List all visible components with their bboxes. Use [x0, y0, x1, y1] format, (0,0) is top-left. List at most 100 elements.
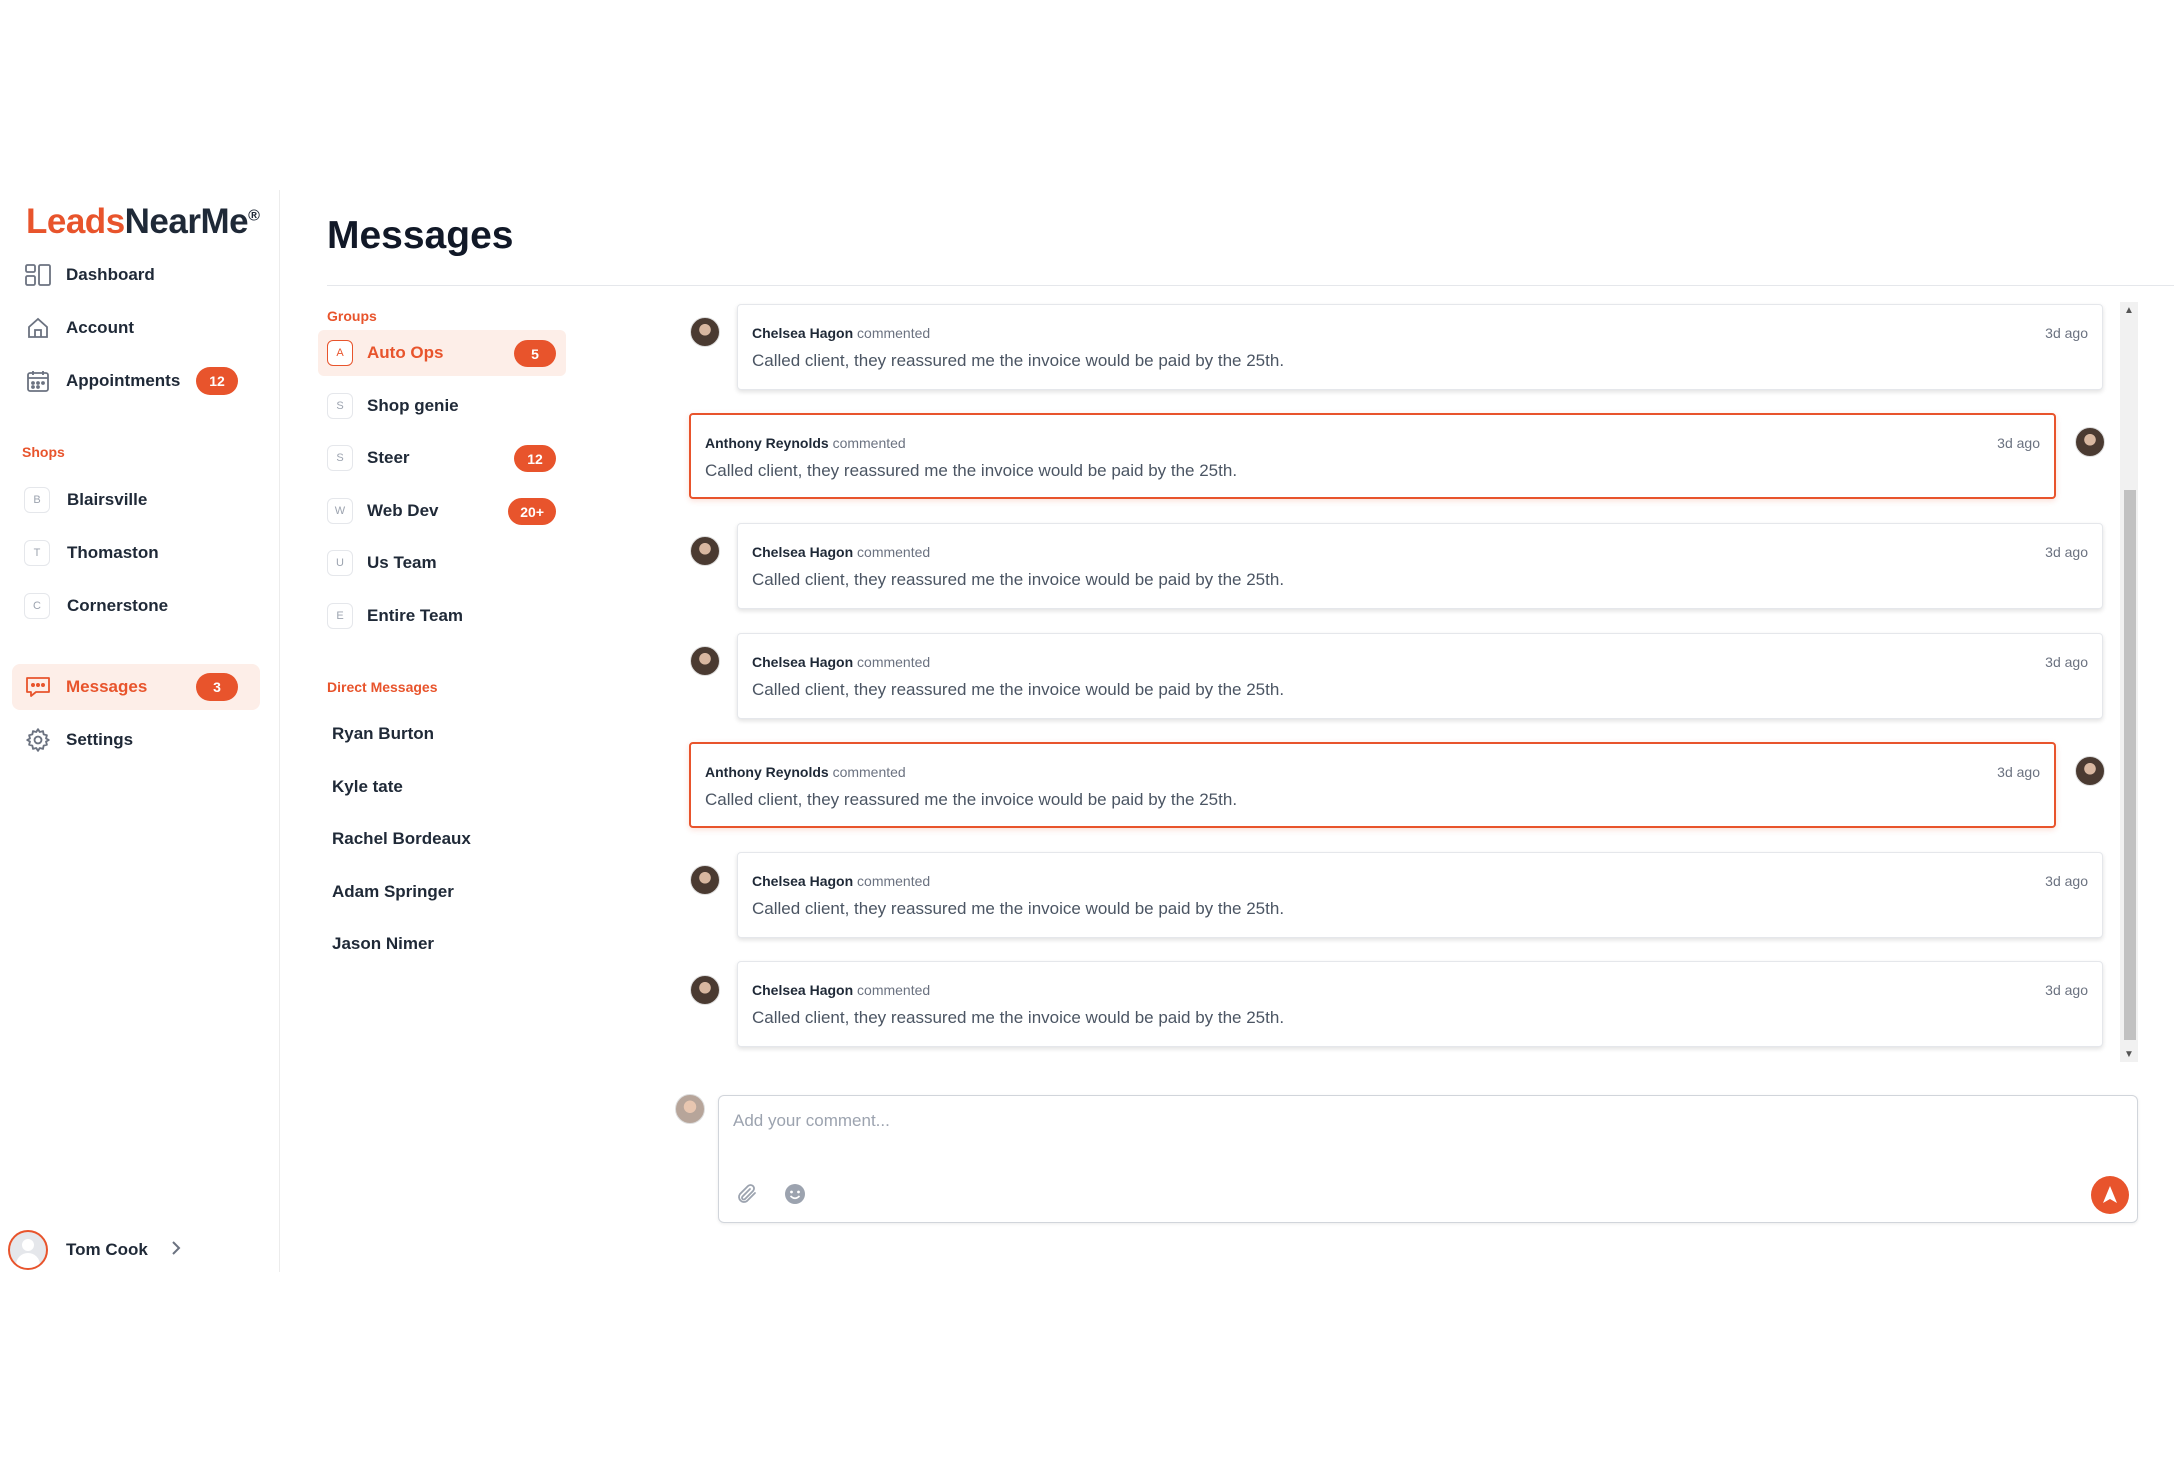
group-initial: S	[327, 393, 353, 419]
dm-item-adam-springer[interactable]: Adam Springer	[332, 882, 454, 902]
nav-dashboard[interactable]: Dashboard	[12, 252, 260, 298]
nav-settings[interactable]: Settings	[12, 717, 260, 763]
brand-part1: Leads	[26, 202, 125, 241]
message-author: Chelsea Hagon	[752, 325, 854, 341]
shop-name: Blairsville	[67, 490, 148, 509]
header-divider	[327, 285, 2174, 286]
message-action: commented	[857, 873, 931, 889]
direct-messages-section-label: Direct Messages	[327, 679, 438, 695]
message-author: Chelsea Hagon	[752, 873, 854, 889]
group-initial: W	[327, 498, 353, 524]
message-text: Called client, they reassured me the inv…	[705, 461, 1238, 480]
message-action: commented	[857, 325, 931, 341]
scroll-down-arrow-icon[interactable]: ▼	[2120, 1046, 2138, 1062]
message-author-avatar	[690, 865, 720, 895]
message-author: Anthony Reynolds	[705, 764, 829, 780]
comment-input[interactable]	[733, 1106, 2113, 1136]
group-initial: S	[327, 445, 353, 471]
message-text: Called client, they reassured me the inv…	[752, 1008, 1285, 1027]
current-user-avatar	[675, 1094, 705, 1124]
message-card: Chelsea Hagon commented 3d ago Called cl…	[737, 961, 2103, 1047]
user-name: Tom Cook	[66, 1240, 148, 1259]
nav-settings-label: Settings	[66, 730, 134, 749]
shop-initial: T	[24, 540, 50, 566]
groups-section-label: Groups	[327, 308, 377, 324]
message-card-self: Anthony Reynolds commented 3d ago Called…	[689, 413, 2056, 499]
message-author-avatar	[690, 536, 720, 566]
group-initial: E	[327, 603, 353, 629]
chevron-right-icon	[170, 1240, 182, 1261]
group-initial: A	[327, 340, 353, 366]
group-unread-badge: 5	[514, 340, 556, 367]
messages-count-badge: 3	[196, 673, 238, 701]
message-card: Chelsea Hagon commented 3d ago Called cl…	[737, 633, 2103, 719]
shop-initial: C	[24, 593, 50, 619]
message-author-avatar	[690, 975, 720, 1005]
nav-messages-label: Messages	[66, 677, 148, 696]
message-card: Chelsea Hagon commented 3d ago Called cl…	[737, 523, 2103, 609]
scroll-up-arrow-icon[interactable]: ▲	[2120, 302, 2138, 318]
group-unread-badge: 12	[514, 445, 556, 472]
message-author-avatar	[690, 317, 720, 347]
shops-section-label: Shops	[22, 444, 65, 460]
message-text: Called client, they reassured me the inv…	[752, 680, 1285, 699]
message-author: Chelsea Hagon	[752, 654, 854, 670]
message-author-avatar	[2075, 427, 2105, 457]
shop-item-thomaston[interactable]: T Thomaston	[12, 530, 260, 576]
group-item-steer[interactable]: S Steer 12	[318, 435, 566, 481]
user-profile-menu[interactable]: Tom Cook	[8, 1228, 182, 1272]
dm-item-rachel-bordeaux[interactable]: Rachel Bordeaux	[332, 829, 471, 849]
calendar-icon	[24, 367, 52, 395]
message-time: 3d ago	[2045, 654, 2088, 670]
group-item-shop-genie[interactable]: S Shop genie	[318, 383, 566, 429]
thread-scrollbar-thumb[interactable]	[2124, 490, 2136, 1040]
message-text: Called client, they reassured me the inv…	[752, 899, 1285, 918]
page-title: Messages	[327, 214, 514, 257]
dm-item-jason-nimer[interactable]: Jason Nimer	[332, 934, 434, 954]
shop-item-blairsville[interactable]: B Blairsville	[12, 477, 260, 523]
shop-name: Thomaston	[67, 543, 159, 562]
message-card: Chelsea Hagon commented 3d ago Called cl…	[737, 304, 2103, 390]
group-item-us-team[interactable]: U Us Team	[318, 540, 566, 586]
group-name: Web Dev	[367, 501, 439, 520]
dm-item-ryan-burton[interactable]: Ryan Burton	[332, 724, 434, 744]
gear-icon	[24, 726, 52, 754]
brand-registered: ®	[248, 207, 260, 225]
paperclip-icon[interactable]	[735, 1182, 759, 1206]
group-name: Us Team	[367, 553, 437, 572]
message-action: commented	[857, 982, 931, 998]
message-time: 3d ago	[1997, 435, 2040, 451]
message-time: 3d ago	[2045, 544, 2088, 560]
nav-messages[interactable]: Messages 3	[12, 664, 260, 710]
group-name: Auto Ops	[367, 343, 444, 362]
message-card-self: Anthony Reynolds commented 3d ago Called…	[689, 742, 2056, 828]
group-initial: U	[327, 550, 353, 576]
message-action: commented	[857, 544, 931, 560]
chat-icon	[24, 673, 52, 701]
comment-composer	[718, 1095, 2138, 1223]
message-time: 3d ago	[1997, 764, 2040, 780]
message-action: commented	[857, 654, 931, 670]
nav-account-label: Account	[66, 318, 134, 337]
group-name: Steer	[367, 448, 410, 467]
message-time: 3d ago	[2045, 325, 2088, 341]
shop-item-cornerstone[interactable]: C Cornerstone	[12, 583, 260, 629]
sidebar: LeadsNearMe® Dashboard Account Appointme…	[0, 190, 280, 1272]
message-author-avatar	[2075, 756, 2105, 786]
nav-account[interactable]: Account	[12, 305, 260, 351]
group-unread-badge: 20+	[508, 498, 556, 525]
group-name: Shop genie	[367, 396, 459, 415]
home-icon	[24, 314, 52, 342]
message-time: 3d ago	[2045, 873, 2088, 889]
nav-appointments[interactable]: Appointments 12	[12, 358, 260, 404]
message-author: Chelsea Hagon	[752, 544, 854, 560]
group-item-entire-team[interactable]: E Entire Team	[318, 593, 566, 639]
dashboard-icon	[24, 261, 52, 289]
group-item-web-dev[interactable]: W Web Dev 20+	[318, 488, 566, 534]
message-action: commented	[832, 435, 906, 451]
smiley-icon[interactable]	[783, 1182, 807, 1206]
send-button[interactable]	[2091, 1176, 2129, 1214]
brand-logo[interactable]: LeadsNearMe®	[26, 202, 260, 242]
dm-item-kyle-tate[interactable]: Kyle tate	[332, 777, 403, 797]
group-item-auto-ops[interactable]: A Auto Ops 5	[318, 330, 566, 376]
